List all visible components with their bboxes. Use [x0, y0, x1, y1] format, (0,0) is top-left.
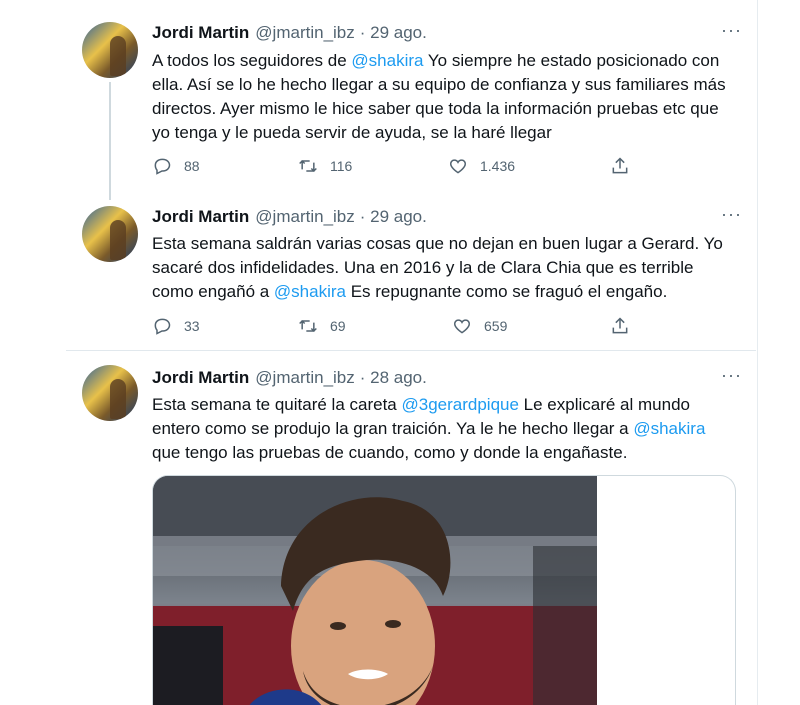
text-segment: que tengo las pruebas de cuando, como y …: [152, 443, 628, 462]
more-icon[interactable]: ···: [721, 205, 742, 223]
tweet-feed: Jordi Martin @jmartin_ibz · 29 ago. ··· …: [66, 0, 756, 705]
share-icon: [612, 317, 628, 334]
reply-button[interactable]: 33: [152, 316, 200, 336]
retweet-button[interactable]: 116: [298, 156, 352, 176]
tweet[interactable]: Jordi Martin @jmartin_ibz · 29 ago. ··· …: [66, 0, 756, 200]
avatar[interactable]: [82, 365, 138, 421]
tweet[interactable]: Jordi Martin @jmartin_ibz · 28 ago. ··· …: [66, 350, 756, 705]
tweet-header: Jordi Martin @jmartin_ibz · 29 ago. ···: [152, 205, 742, 228]
like-icon: [450, 159, 466, 174]
mention-link[interactable]: @shakira: [274, 282, 346, 301]
tweet-date[interactable]: · 29 ago.: [360, 22, 427, 44]
text-segment: Es repugnante como se fraguó el engaño.: [345, 282, 668, 301]
like-button[interactable]: 1.436: [448, 156, 515, 176]
more-icon[interactable]: ···: [721, 366, 742, 384]
mention-link[interactable]: @shakira: [633, 419, 705, 438]
share-icon: [612, 157, 628, 174]
author-name[interactable]: Jordi Martin: [152, 206, 249, 228]
reply-count: 33: [184, 318, 200, 334]
author-name[interactable]: Jordi Martin: [152, 367, 249, 389]
author-handle[interactable]: @jmartin_ibz: [255, 367, 354, 389]
share-button[interactable]: [610, 156, 630, 176]
tweet-date[interactable]: · 29 ago.: [360, 206, 427, 228]
text-segment: A todos los seguidores de: [152, 51, 352, 70]
tweet-text: Esta semana saldrán varias cosas que no …: [152, 232, 736, 304]
column-divider: [757, 0, 758, 705]
reply-button[interactable]: 88: [152, 156, 200, 176]
photo-illustration: [153, 476, 597, 705]
author-name[interactable]: Jordi Martin: [152, 22, 249, 44]
retweet-icon: [299, 159, 317, 173]
tweet-header: Jordi Martin @jmartin_ibz · 28 ago. ···: [152, 366, 742, 389]
tweet-media[interactable]: [152, 475, 736, 705]
like-count: 1.436: [480, 158, 516, 174]
reply-icon: [154, 158, 171, 175]
tweet-date[interactable]: · 28 ago.: [360, 367, 427, 389]
tweet-actions: 88 116 1.436: [152, 156, 652, 180]
tweet-header: Jordi Martin @jmartin_ibz · 29 ago. ···: [152, 21, 742, 44]
tweet-actions: 33 69 659: [152, 316, 652, 340]
text-segment: Esta semana te quitaré la careta: [152, 395, 402, 414]
tweet-text: A todos los seguidores de @shakira Yo si…: [152, 49, 736, 145]
author-handle[interactable]: @jmartin_ibz: [255, 22, 354, 44]
avatar[interactable]: [82, 206, 138, 262]
thread-line: [109, 82, 111, 200]
tweet[interactable]: Jordi Martin @jmartin_ibz · 29 ago. ··· …: [66, 192, 756, 350]
like-button[interactable]: 659: [452, 316, 507, 336]
reply-icon: [154, 318, 171, 335]
retweet-button[interactable]: 69: [298, 316, 346, 336]
tweet-text: Esta semana te quitaré la careta @3gerar…: [152, 393, 736, 465]
reply-count: 88: [184, 158, 200, 174]
mention-link[interactable]: @shakira: [351, 51, 423, 70]
retweet-count: 69: [330, 318, 346, 334]
author-handle[interactable]: @jmartin_ibz: [255, 206, 354, 228]
share-button[interactable]: [610, 316, 630, 336]
like-count: 659: [484, 318, 508, 334]
tweet-photo[interactable]: [153, 476, 597, 705]
avatar[interactable]: [82, 22, 138, 78]
retweet-icon: [299, 319, 317, 333]
like-icon: [454, 319, 470, 334]
mention-link[interactable]: @3gerardpique: [401, 395, 518, 414]
retweet-count: 116: [330, 158, 353, 174]
more-icon[interactable]: ···: [721, 21, 742, 39]
